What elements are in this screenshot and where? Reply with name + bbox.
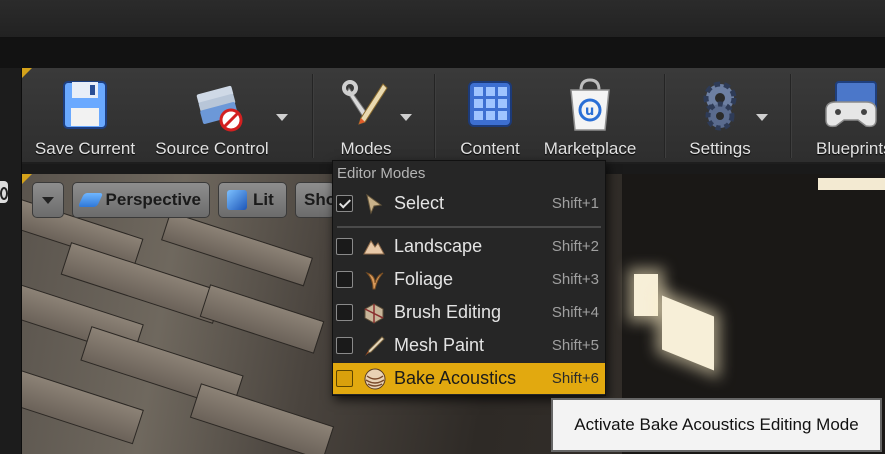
select-cursor-icon bbox=[363, 193, 385, 215]
wall-plank bbox=[161, 211, 313, 287]
checkbox[interactable] bbox=[336, 304, 353, 321]
menu-item-bake-acoustics[interactable]: Bake Acoustics Shift+6 bbox=[333, 363, 605, 394]
landscape-mountain-icon bbox=[363, 236, 385, 258]
toolbar-corner-marker bbox=[22, 68, 32, 78]
toolbar-divider bbox=[434, 74, 436, 158]
checkbox[interactable] bbox=[336, 337, 353, 354]
floppy-disk-icon bbox=[58, 76, 112, 134]
blueprints-button[interactable]: Blueprints bbox=[808, 68, 885, 164]
source-control-button[interactable]: Source Control bbox=[150, 68, 274, 164]
light-bar bbox=[818, 178, 885, 190]
wall-plank bbox=[189, 383, 335, 454]
perspective-button[interactable]: Perspective bbox=[72, 182, 210, 218]
menu-item-label: Select bbox=[394, 193, 445, 213]
lit-label: Lit bbox=[253, 190, 274, 209]
content-button[interactable]: Content bbox=[450, 68, 530, 164]
menu-item-shortcut: Shift+4 bbox=[551, 304, 599, 321]
checkbox-checked[interactable] bbox=[336, 195, 353, 212]
marketplace-bag-icon: u bbox=[563, 76, 617, 134]
marketplace-button[interactable]: u Marketplace bbox=[538, 68, 642, 164]
menu-item-label: Mesh Paint bbox=[394, 335, 485, 355]
brush-editing-cube-icon bbox=[363, 302, 385, 324]
perspective-label: Perspective bbox=[105, 190, 201, 209]
blueprints-gamepad-icon bbox=[822, 76, 877, 134]
side-panel-icon[interactable] bbox=[0, 181, 8, 203]
checkbox[interactable] bbox=[336, 238, 353, 255]
toolbar-divider bbox=[312, 74, 314, 158]
lit-button[interactable]: Lit bbox=[218, 182, 287, 218]
menu-item-mesh-paint[interactable]: Mesh Paint Shift+5 bbox=[333, 330, 605, 361]
source-control-dropdown-caret[interactable] bbox=[276, 114, 288, 121]
show-label: Show bbox=[304, 190, 334, 209]
light-strip bbox=[634, 274, 658, 316]
content-grid-icon bbox=[463, 76, 517, 134]
viewport-corner-marker bbox=[22, 174, 32, 184]
wall-plank bbox=[199, 284, 325, 354]
menu-item-shortcut: Shift+2 bbox=[551, 238, 599, 255]
settings-dropdown-caret[interactable] bbox=[756, 114, 768, 121]
modes-label: Modes bbox=[340, 139, 392, 158]
main-toolbar: Save Current Source Control Modes Conten… bbox=[22, 68, 885, 164]
checkbox[interactable] bbox=[336, 271, 353, 288]
settings-gear-icon bbox=[693, 76, 747, 134]
checkbox[interactable] bbox=[336, 370, 353, 387]
tooltip-text: Activate Bake Acoustics Editing Mode bbox=[574, 415, 859, 434]
source-control-icon bbox=[185, 76, 243, 134]
perspective-icon bbox=[77, 193, 103, 207]
tooltip: Activate Bake Acoustics Editing Mode bbox=[551, 398, 882, 452]
window-title-strip bbox=[0, 0, 885, 38]
content-label: Content bbox=[460, 139, 520, 158]
chevron-down-icon bbox=[42, 196, 54, 204]
menu-item-foliage[interactable]: Foliage Shift+3 bbox=[333, 264, 605, 295]
modes-button[interactable]: Modes bbox=[326, 68, 406, 164]
menu-item-shortcut: Shift+6 bbox=[551, 370, 599, 387]
menu-item-label: Landscape bbox=[394, 236, 483, 256]
settings-label: Settings bbox=[689, 139, 751, 158]
menu-item-label: Bake Acoustics bbox=[394, 368, 517, 388]
menu-item-select[interactable]: Select Shift+1 bbox=[333, 188, 605, 219]
save-current-button[interactable]: Save Current bbox=[30, 68, 140, 164]
modes-tools-icon bbox=[339, 76, 393, 134]
menu-item-label: Foliage bbox=[394, 269, 454, 289]
left-side-panel bbox=[0, 68, 22, 454]
toolbar-divider bbox=[790, 74, 792, 158]
toolbar-divider bbox=[664, 74, 666, 158]
foliage-leaf-icon bbox=[363, 269, 385, 291]
menu-item-landscape[interactable]: Landscape Shift+2 bbox=[333, 231, 605, 262]
menu-item-label: Brush Editing bbox=[394, 302, 502, 322]
menu-item-shortcut: Shift+1 bbox=[551, 195, 599, 212]
menu-item-brush-editing[interactable]: Brush Editing Shift+4 bbox=[333, 297, 605, 328]
tab-strip bbox=[0, 38, 885, 68]
menu-header: Editor Modes bbox=[337, 165, 426, 182]
editor-modes-menu: Editor Modes Select Shift+1 Landscape Sh… bbox=[332, 160, 606, 396]
source-control-label: Source Control bbox=[155, 139, 269, 158]
menu-item-shortcut: Shift+3 bbox=[551, 271, 599, 288]
viewport-options-button[interactable] bbox=[32, 182, 64, 218]
mesh-paint-brush-icon bbox=[363, 335, 385, 357]
lit-cube-icon bbox=[227, 190, 247, 210]
menu-item-shortcut: Shift+5 bbox=[551, 337, 599, 354]
blueprints-label: Blueprints bbox=[816, 139, 885, 158]
save-current-label: Save Current bbox=[34, 139, 136, 158]
wall-plank bbox=[22, 363, 144, 445]
marketplace-label: Marketplace bbox=[543, 139, 637, 158]
show-button[interactable]: Show bbox=[295, 182, 335, 218]
menu-separator bbox=[337, 226, 601, 228]
modes-dropdown-caret[interactable] bbox=[400, 114, 412, 121]
bake-acoustics-sphere-icon bbox=[363, 368, 386, 390]
svg-text:u: u bbox=[585, 104, 594, 119]
settings-button[interactable]: Settings bbox=[680, 68, 760, 164]
